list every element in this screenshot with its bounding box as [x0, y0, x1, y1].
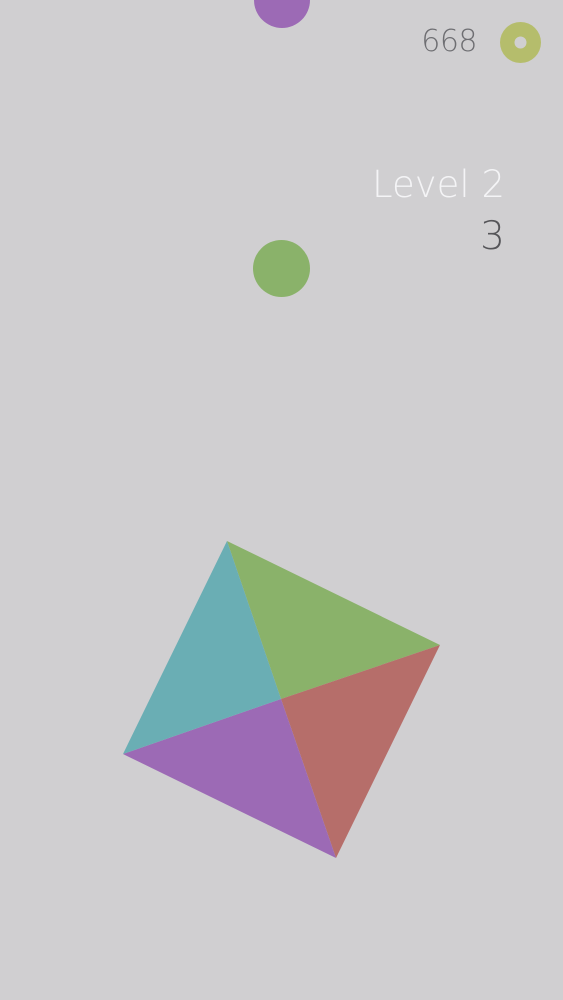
color-rotator-square[interactable] — [0, 0, 563, 1000]
game-area[interactable]: 668 Level 2 3 — [0, 0, 563, 1000]
